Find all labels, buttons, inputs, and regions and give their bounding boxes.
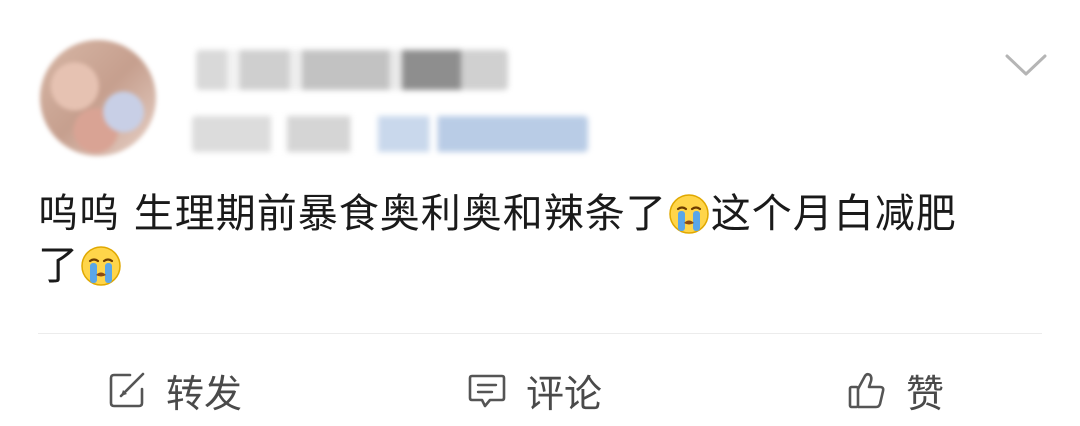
- weibo-post-card: 呜呜 生理期前暴食奥利奥和辣条了 这个月白减肥 了 转发 评论 赞: [0, 0, 1080, 426]
- like-label: 赞: [906, 371, 945, 416]
- crying-face-emoji-icon: [81, 246, 121, 286]
- thumbs-up-icon: [848, 372, 885, 409]
- post-meta-blurred: [192, 116, 588, 152]
- post-text-part-3: 了: [38, 243, 79, 289]
- chevron-down-icon[interactable]: [1004, 52, 1048, 80]
- avatar[interactable]: [40, 40, 156, 156]
- comment-icon: [468, 374, 506, 408]
- repost-button[interactable]: 转发: [106, 360, 242, 420]
- like-button[interactable]: 赞: [846, 360, 944, 420]
- repost-label: 转发: [166, 371, 243, 416]
- action-bar: 转发 评论 赞: [0, 360, 1080, 420]
- divider: [38, 333, 1042, 334]
- comment-button[interactable]: 评论: [466, 360, 602, 420]
- username-blurred[interactable]: [196, 50, 508, 90]
- post-text-part-1: 呜呜 生理期前暴食奥利奥和辣条了: [38, 191, 667, 237]
- comment-label: 评论: [526, 371, 603, 416]
- post-content: 呜呜 生理期前暴食奥利奥和辣条了 这个月白减肥 了: [38, 188, 1048, 292]
- post-text-part-2: 这个月白减肥: [710, 191, 957, 237]
- crying-face-emoji-icon: [668, 194, 709, 234]
- repost-icon: [109, 372, 145, 408]
